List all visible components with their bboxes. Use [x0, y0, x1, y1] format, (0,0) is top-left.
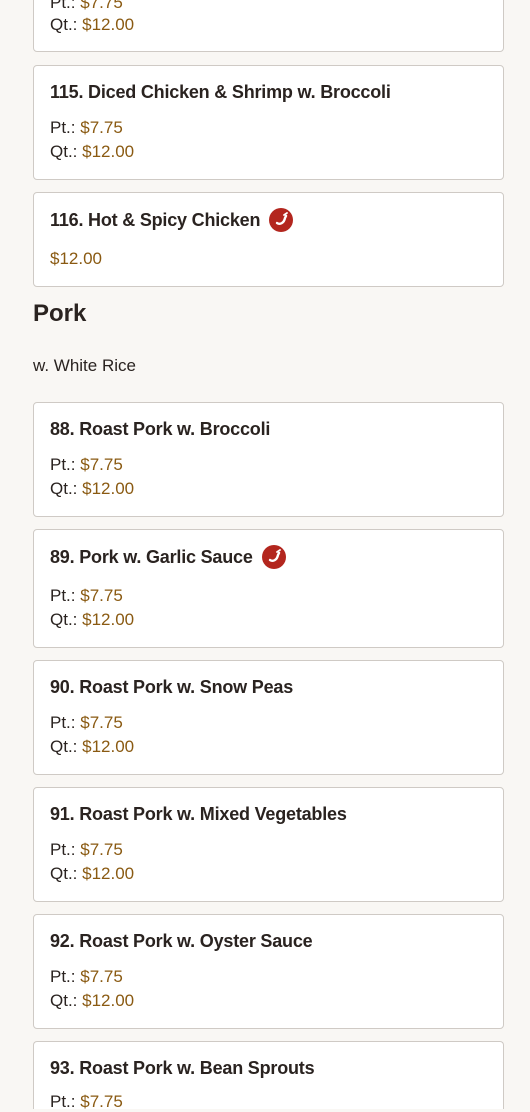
item-title-text: 89. Pork w. Garlic Sauce [50, 546, 253, 567]
quart-label: Qt.: [50, 479, 78, 498]
section-title: Pork [33, 300, 87, 327]
item-title: 88. Roast Pork w. Broccoli [50, 419, 270, 440]
pint-price: $7.75 [80, 967, 123, 986]
menu-item-card[interactable]: 91. Roast Pork w. Mixed Vegetables Pt.: … [33, 787, 504, 902]
pint-label: Pt.: [50, 0, 76, 12]
pint-label: Pt.: [50, 586, 76, 605]
item-title-text: 115. Diced Chicken & Shrimp w. Broccoli [50, 82, 391, 102]
spicy-icon [269, 208, 294, 232]
item-title: 116. Hot & Spicy Chicken [50, 208, 294, 232]
quart-price: $12.00 [82, 991, 135, 1010]
pint-label: Pt.: [50, 840, 76, 859]
quart-price-line: Qt.: $12.00 [50, 610, 134, 630]
quart-price-line: Qt.: $12.00 [50, 737, 134, 757]
pint-price-line: Pt.: $7.75 [50, 118, 123, 138]
menu-item-card[interactable]: 88. Roast Pork w. Broccoli Pt.: $7.75 Qt… [33, 402, 504, 517]
pint-price-line: Pt.: $7.75 [50, 586, 123, 606]
pint-price-line: Pt.: $7.75 [50, 455, 123, 475]
item-title-text: 91. Roast Pork w. Mixed Vegetables [50, 804, 347, 824]
pint-price: $7.75 [80, 840, 123, 859]
item-title-text: 116. Hot & Spicy Chicken [50, 209, 261, 230]
item-title: 115. Diced Chicken & Shrimp w. Broccoli [50, 82, 391, 103]
item-title-text: 93. Roast Pork w. Bean Sprouts [50, 1058, 315, 1078]
item-title: 91. Roast Pork w. Mixed Vegetables [50, 804, 347, 825]
quart-label: Qt.: [50, 142, 78, 161]
item-title-text: 92. Roast Pork w. Oyster Sauce [50, 931, 313, 951]
quart-price-line: Qt.: $12.00 [50, 15, 134, 35]
quart-price: $12.00 [82, 864, 135, 883]
pint-price-line: Pt.: $7.75 [50, 840, 123, 860]
item-title: 90. Roast Pork w. Snow Peas [50, 677, 293, 698]
pint-label: Pt.: [50, 118, 76, 137]
quart-label: Qt.: [50, 15, 78, 34]
quart-price: $12.00 [82, 479, 135, 498]
item-title: 93. Roast Pork w. Bean Sprouts [50, 1058, 315, 1079]
item-title-text: 90. Roast Pork w. Snow Peas [50, 677, 294, 697]
menu-item-card[interactable]: 92. Roast Pork w. Oyster Sauce Pt.: $7.7… [33, 914, 504, 1029]
item-price: $12.00 [50, 249, 102, 268]
quart-label: Qt.: [50, 737, 78, 756]
menu-item-card[interactable]: 116. Hot & Spicy Chicken $12.00 [33, 192, 504, 287]
pint-label: Pt.: [50, 967, 76, 986]
single-price-line: $12.00 [50, 249, 102, 269]
pint-price-line: Pt.: $7.75 [50, 0, 123, 13]
menu-item-card[interactable]: 89. Pork w. Garlic Sauce Pt.: $7.75 Qt.:… [33, 529, 504, 648]
item-title: 92. Roast Pork w. Oyster Sauce [50, 931, 313, 952]
spicy-icon [261, 545, 286, 569]
pint-price-line: Pt.: $7.75 [50, 967, 123, 987]
item-title-text: 88. Roast Pork w. Broccoli [50, 419, 271, 439]
section-subtitle: w. White Rice [33, 356, 136, 375]
menu-item-card[interactable]: 90. Roast Pork w. Snow Peas Pt.: $7.75 Q… [33, 660, 504, 775]
pint-label: Pt.: [50, 1092, 76, 1111]
quart-price-line: Qt.: $12.00 [50, 991, 134, 1011]
pint-label: Pt.: [50, 713, 76, 732]
quart-price: $12.00 [82, 142, 135, 161]
pint-price: $7.75 [80, 0, 123, 12]
pint-price-line: Pt.: $7.75 [50, 713, 123, 733]
quart-price: $12.00 [82, 15, 135, 34]
pint-price-line: Pt.: $7.75 [50, 1092, 123, 1112]
quart-price-line: Qt.: $12.00 [50, 479, 134, 499]
quart-label: Qt.: [50, 991, 78, 1010]
quart-price: $12.00 [82, 610, 135, 629]
quart-label: Qt.: [50, 610, 78, 629]
pint-price: $7.75 [80, 455, 123, 474]
menu-item-card[interactable]: 115. Diced Chicken & Shrimp w. Broccoli … [33, 65, 504, 180]
pint-price: $7.75 [80, 118, 123, 137]
quart-price-line: Qt.: $12.00 [50, 142, 134, 162]
pint-price: $7.75 [80, 1092, 123, 1111]
menu-item-card[interactable]: 93. Roast Pork w. Bean Sprouts Pt.: $7.7… [33, 1041, 504, 1112]
quart-price-line: Qt.: $12.00 [50, 864, 134, 884]
menu-item-card[interactable]: Pt.: $7.75 Qt.: $12.00 [33, 0, 504, 52]
pint-label: Pt.: [50, 455, 76, 474]
quart-price: $12.00 [82, 737, 135, 756]
pint-price: $7.75 [80, 713, 123, 732]
pint-price: $7.75 [80, 586, 123, 605]
quart-label: Qt.: [50, 864, 78, 883]
item-title: 89. Pork w. Garlic Sauce [50, 545, 286, 569]
